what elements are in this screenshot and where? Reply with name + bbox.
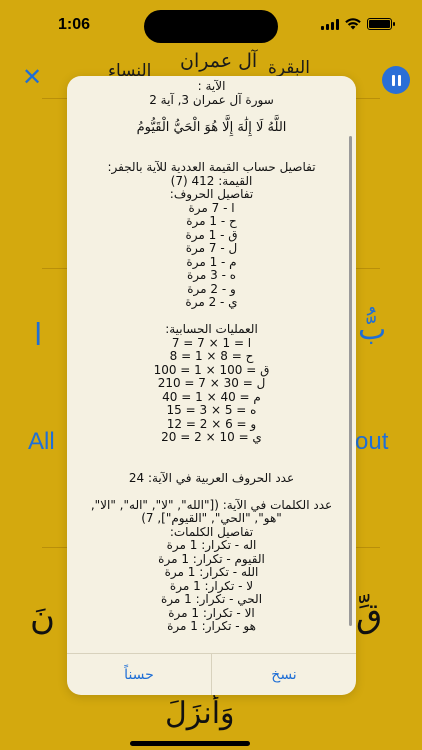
detail-line: اله - تكرار: 1 مرة: [166, 538, 257, 552]
wifi-icon: [345, 18, 361, 30]
status-time: 1:06: [58, 16, 91, 33]
verse-details-text: الآية : سورة آل عمران 3, آية 2 اللَّهُ لَا…: [67, 76, 356, 634]
detail-line: العمليات الحسابية:: [165, 322, 258, 336]
verse-word-fragment: قِّ: [356, 596, 383, 636]
detail-line: ه - 3 مرة: [186, 268, 237, 282]
dynamic-island: [144, 10, 278, 43]
detail-line: ق = 100 × 1 = 100: [153, 362, 270, 377]
detail-line: الا - تكرار: 1 مرة: [168, 605, 255, 620]
status-icons: [321, 18, 395, 30]
verse-arabic-fragment: بُّ: [358, 312, 387, 347]
detail-line: [77, 107, 346, 121]
verse-details-dialog: الآية : سورة آل عمران 3, آية 2 اللَّهُ لَا…: [67, 76, 356, 695]
detail-line: هو - تكرار: 1 مرة: [167, 619, 256, 633]
verse-translation-fragment: All: [28, 428, 55, 455]
dialog-scroll-content[interactable]: الآية : سورة آل عمران 3, آية 2 اللَّهُ لَا…: [67, 76, 356, 654]
detail-line: ي = 10 × 2 = 20: [161, 430, 262, 444]
scrollbar[interactable]: [349, 136, 352, 626]
tab-al-imran[interactable]: آل عمران: [180, 50, 257, 72]
cellular-signal-icon: [321, 18, 339, 30]
detail-line: ه = 5 × 3 = 15: [166, 403, 257, 417]
status-bar: 1:06: [0, 0, 422, 50]
battery-icon: [367, 18, 395, 30]
detail-line: و = 6 × 2 = 12: [166, 416, 257, 431]
home-indicator: [130, 741, 250, 746]
detail-line: ح - 1 مرة: [186, 214, 237, 228]
detail-line: الله - تكرار: 1 مرة: [164, 565, 259, 579]
detail-line: الحي - تكرار: 1 مرة: [160, 592, 263, 606]
detail-line: [77, 134, 346, 148]
detail-line: ا = 1 × 7 = 7: [171, 335, 252, 350]
detail-line: عدد الكلمات في الآية: (["الله", "لا", "ا…: [90, 497, 333, 512]
verse-word-fragment: نَ: [30, 598, 55, 638]
detail-line: و - 2 مرة: [187, 281, 236, 296]
detail-line: م - 1 مرة: [186, 254, 237, 269]
pause-icon-bar: [397, 74, 401, 86]
copy-button[interactable]: نسخ: [212, 654, 356, 695]
verse-translation-fragment: out: [355, 428, 389, 455]
detail-line: ي - 2 مرة: [185, 295, 238, 309]
pause-button[interactable]: [382, 66, 410, 94]
verse-arabic-fragment: ا: [34, 318, 43, 353]
detail-line: ق - 1 مرة: [185, 227, 238, 242]
detail-line: تفاصيل الحروف:: [169, 187, 254, 201]
detail-line: "هو", "الحي", "القيوم"], 7): [141, 511, 282, 525]
detail-line: سورة آل عمران 3, آية 2: [149, 92, 274, 107]
detail-line: ح = 8 × 1 = 8: [169, 349, 254, 363]
dialog-footer: حسناً نسخ: [67, 653, 356, 695]
detail-line: ا - 7 مرة: [188, 200, 235, 215]
detail-line: ل - 7 مرة: [185, 241, 238, 255]
detail-line: [77, 148, 346, 162]
detail-line: اللَّهُ لَا إِلَٰهَ إِلَّا هُوَ الْحَيُّ…: [136, 119, 287, 135]
detail-line: م = 40 × 1 = 40: [162, 389, 261, 404]
tab-baqara[interactable]: البقرة: [268, 58, 310, 78]
close-icon[interactable]: ✕: [20, 65, 44, 90]
detail-line: [77, 458, 346, 472]
detail-line: الآية :: [197, 79, 226, 93]
verse-word: وَأَنزَلَ: [165, 696, 235, 731]
detail-line: ل = 30 × 7 = 210: [157, 376, 266, 390]
detail-line: لا - تكرار: 1 مرة: [169, 578, 254, 593]
detail-line: [77, 445, 346, 459]
ok-button[interactable]: حسناً: [67, 654, 211, 695]
detail-line: تفاصيل الكلمات:: [169, 524, 254, 539]
detail-line: تفاصيل حساب القيمة العددية للآية بالجفر:: [107, 160, 316, 174]
detail-line: عدد الحروف العربية في الآية: 24: [128, 470, 295, 485]
detail-line: القيمة: 412 (7): [170, 173, 253, 188]
pause-icon-bar: [391, 74, 395, 86]
detail-line: [77, 485, 346, 499]
detail-line: القيوم - تكرار: 1 مرة: [158, 551, 265, 566]
detail-line: [77, 310, 346, 324]
